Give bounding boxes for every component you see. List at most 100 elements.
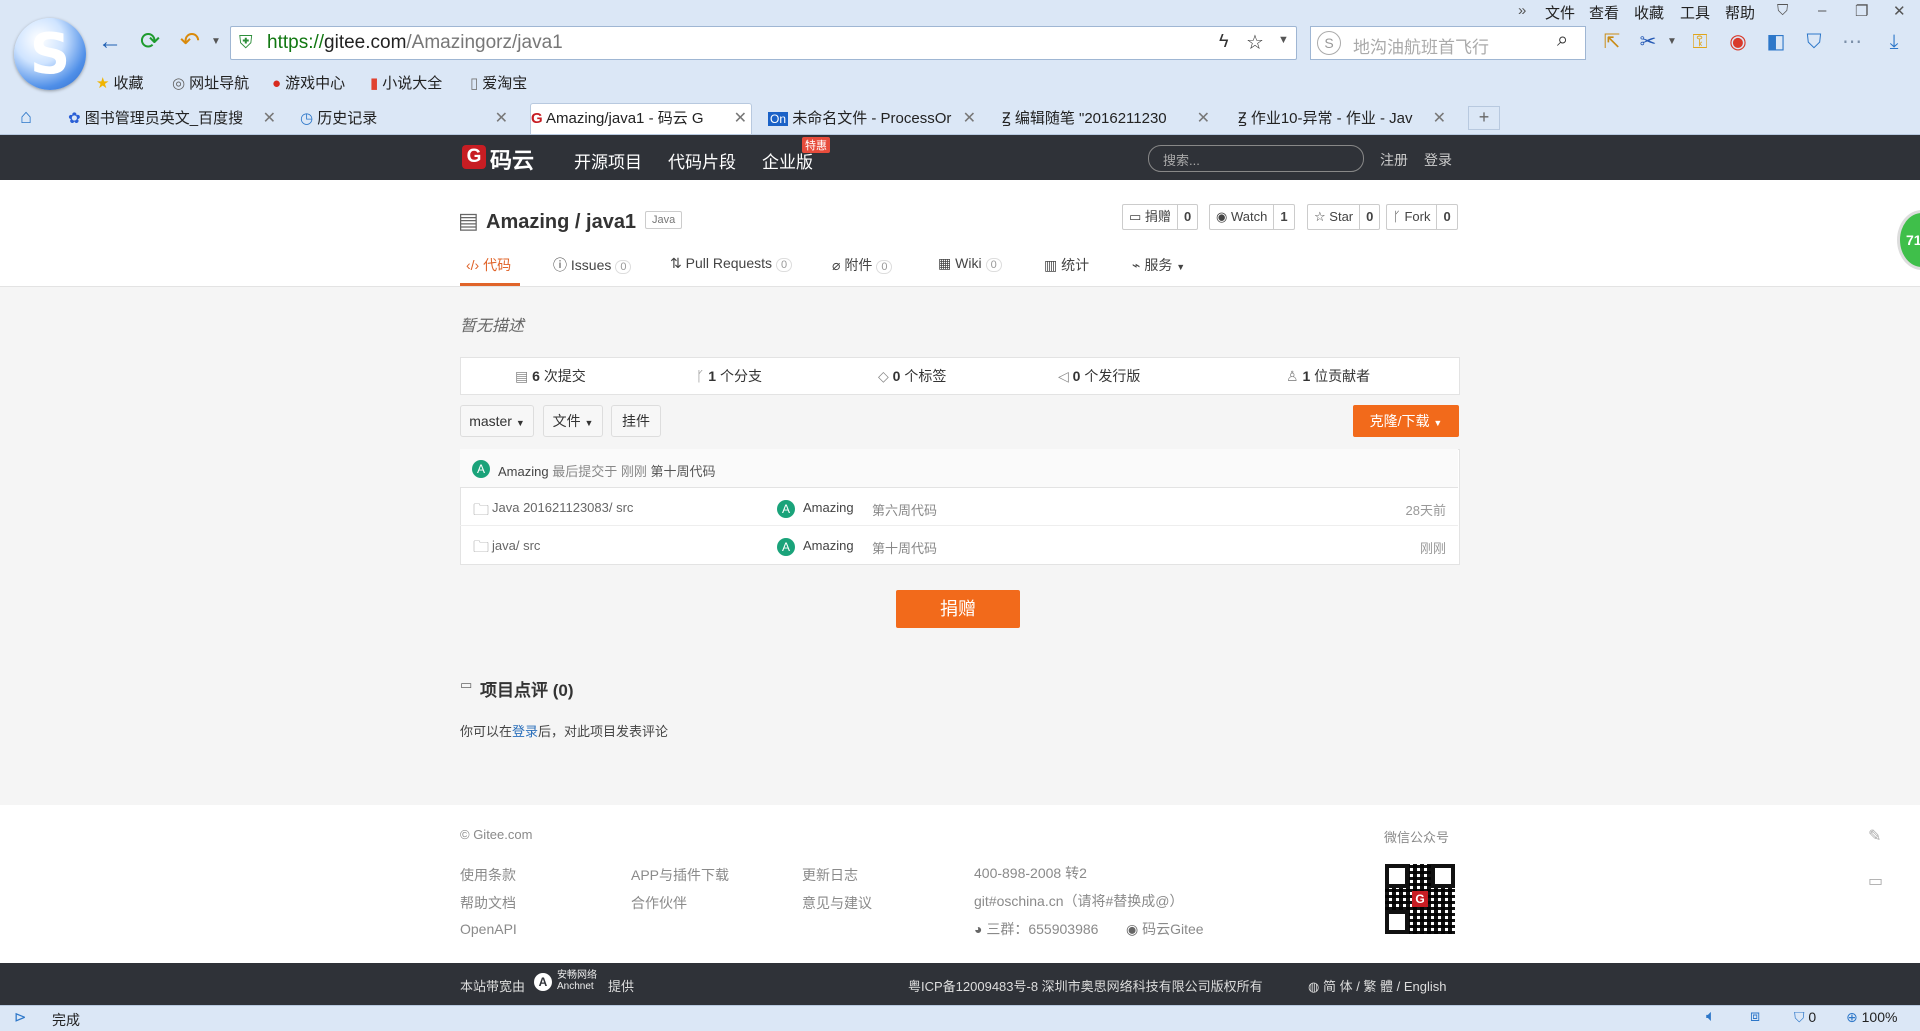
comment-login-link[interactable]: 登录 — [512, 724, 538, 739]
bookmark-taobao[interactable]: ▯ 爱淘宝 — [470, 72, 527, 93]
star-button[interactable]: ☆ Star 0 — [1307, 204, 1381, 230]
stat-tags[interactable]: ◇ 0 个标签 — [878, 366, 946, 386]
stat-releases[interactable]: ◁ 0 个发行版 — [1058, 366, 1140, 386]
lightning-icon[interactable]: ϟ — [1219, 31, 1229, 52]
footer-weibo[interactable]: ◉ 码云Gitee — [1126, 919, 1204, 939]
tab-pull-requests[interactable]: ⇅ Pull Requests 0 — [670, 255, 793, 272]
volume-icon[interactable]: 🔈︎ — [1706, 1008, 1716, 1026]
refresh-icon[interactable]: ⟳ — [136, 28, 164, 56]
adblock-counter[interactable]: ⛉ 0 — [1794, 1009, 1816, 1026]
skin-icon[interactable]: ⛉ — [1777, 2, 1788, 19]
register-link[interactable]: 注册 — [1380, 150, 1408, 170]
file-menu-button[interactable]: 文件 ▼ — [543, 405, 603, 437]
more-icon[interactable]: » — [1518, 2, 1526, 19]
widget-button[interactable]: 挂件 — [611, 405, 661, 437]
donate-big-button[interactable]: 捐赠 — [896, 590, 1020, 628]
file-name-link[interactable]: Java 201621123083/ src — [492, 500, 633, 515]
branch-select[interactable]: master ▼ — [460, 405, 534, 437]
stat-contributors[interactable]: ♙ 1 位贡献者 — [1286, 366, 1370, 386]
fork-button[interactable]: ᚴ Fork 0 — [1386, 204, 1458, 230]
avatar[interactable]: A — [777, 500, 795, 518]
tab-history[interactable]: ◷ 历史记录 ✕ — [300, 104, 512, 134]
avatar[interactable]: A — [472, 460, 490, 478]
edit-feedback-icon[interactable]: ✎ — [1868, 826, 1881, 846]
close-tab-icon[interactable]: ✕ — [734, 104, 747, 134]
stat-commits[interactable]: ▤ 6 次提交 — [515, 366, 586, 386]
menu-tools[interactable]: 工具 — [1680, 2, 1710, 23]
tab-gitee[interactable]: G Amazing/java1 - 码云 G ✕ — [530, 103, 752, 134]
gitee-logo-icon[interactable]: G — [462, 145, 486, 169]
tab-wiki[interactable]: ▦ Wiki 0 — [938, 255, 1002, 272]
menu-view[interactable]: 查看 — [1589, 2, 1619, 23]
tab-processon[interactable]: On 未命名文件 - ProcessOr ✕ — [768, 104, 980, 134]
tab-homework[interactable]: Ꙃ 作业10-异常 - 作业 - Jav ✕ — [1238, 104, 1450, 134]
language-switch[interactable]: ◍ 简 体 / 繁 體 / English — [1308, 976, 1447, 995]
watch-button[interactable]: ◉ Watch 1 — [1209, 204, 1295, 230]
menu-help[interactable]: 帮助 — [1725, 2, 1755, 23]
zoom-control[interactable]: ⊕ 100% — [1846, 1009, 1897, 1026]
footer-qq[interactable]: ◕ 三群：655903986 — [974, 919, 1098, 939]
tab-blog-edit[interactable]: Ꙃ 编辑随笔 "2016211230 ✕ — [1002, 104, 1214, 134]
back-icon[interactable]: ← — [96, 28, 124, 56]
bookmark-nav[interactable]: ◎ 网址导航 — [172, 72, 249, 93]
tab-stats[interactable]: ▥ 统计 — [1044, 255, 1089, 275]
new-tab-button[interactable]: + — [1468, 106, 1500, 130]
footer-app[interactable]: APP与插件下载 — [631, 865, 729, 885]
file-name-link[interactable]: java/ src — [492, 538, 540, 553]
close-tab-icon[interactable]: ✕ — [963, 104, 976, 134]
close-tab-icon[interactable]: ✕ — [1197, 104, 1210, 134]
key-icon[interactable]: ⚿ — [1688, 30, 1712, 54]
close-tab-icon[interactable]: ✕ — [495, 104, 508, 134]
network-icon[interactable]: ⧈ — [1750, 1008, 1760, 1026]
search-engine-box[interactable]: S 地沟油航班首飞行 ⌕ — [1310, 26, 1586, 60]
scissors-dropdown-icon[interactable]: ▼ — [1660, 30, 1684, 54]
translate-icon[interactable]: ◧ — [1764, 30, 1788, 54]
tab-services[interactable]: ⌁ 服务 ▼ — [1132, 255, 1185, 275]
footer-openapi[interactable]: OpenAPI — [460, 921, 517, 937]
menu-file[interactable]: 文件 — [1545, 2, 1575, 23]
restore-icon[interactable]: ❐ — [1855, 2, 1868, 20]
donate-button[interactable]: ▭ 捐赠 0 — [1122, 204, 1199, 230]
more-tools-icon[interactable]: ⋯ — [1840, 30, 1864, 54]
tab-code[interactable]: ‹/› 代码 — [466, 255, 511, 275]
footer-partners[interactable]: 合作伙伴 — [631, 893, 687, 913]
footer-changelog[interactable]: 更新日志 — [802, 865, 858, 885]
star-bookmark-icon[interactable]: ☆ — [1246, 30, 1264, 55]
menu-favorites[interactable]: 收藏 — [1634, 2, 1664, 23]
file-commit-message[interactable]: 第十周代码 — [872, 538, 937, 557]
repo-title[interactable]: Amazing / java1 — [486, 211, 636, 234]
bookmark-games[interactable]: ● 游戏中心 — [272, 72, 345, 93]
footer-feedback[interactable]: 意见与建议 — [802, 893, 872, 913]
stat-branches[interactable]: ᚴ 1 个分支 — [696, 366, 762, 386]
nav-open-source[interactable]: 开源项目 — [574, 148, 642, 173]
gitee-search-input[interactable]: 搜索... — [1148, 145, 1364, 172]
footer-terms[interactable]: 使用条款 — [460, 865, 516, 885]
tab-issues[interactable]: ⓘ Issues 0 — [553, 255, 632, 275]
bookmark-favorites[interactable]: ★ 收藏 — [96, 72, 143, 93]
nav-snippets[interactable]: 代码片段 — [668, 148, 736, 173]
minimize-icon[interactable]: – — [1818, 2, 1826, 19]
search-icon[interactable]: ⌕ — [1557, 29, 1568, 52]
footer-help[interactable]: 帮助文档 — [460, 893, 516, 913]
weibo-icon[interactable]: ◉ — [1726, 30, 1750, 54]
undo-icon[interactable]: ↶ — [176, 28, 204, 56]
tab-attachments[interactable]: ⌀ 附件 0 — [832, 255, 893, 275]
sogou-logo[interactable]: S — [14, 18, 86, 90]
avatar[interactable]: A — [777, 538, 795, 556]
file-author[interactable]: Amazing — [803, 500, 854, 515]
download-icon[interactable]: ⤓ — [1882, 30, 1906, 54]
tab-baidu[interactable]: ✿ 图书管理员英文_百度搜 ✕ — [68, 104, 280, 134]
address-bar[interactable]: ⛨ https://gitee.com/Amazingorz/java1 ϟ ☆… — [230, 26, 1297, 60]
share-icon[interactable]: ⇱ — [1600, 30, 1624, 54]
close-tab-icon[interactable]: ✕ — [263, 104, 276, 134]
chat-icon[interactable]: ▭ — [1868, 871, 1883, 891]
screenshot-scissors-icon[interactable]: ✂ — [1636, 30, 1660, 54]
close-window-icon[interactable]: ✕ — [1893, 2, 1906, 20]
close-tab-icon[interactable]: ✕ — [1433, 104, 1446, 134]
bookmark-novels[interactable]: ▮ 小说大全 — [370, 72, 442, 93]
gitee-logo-text[interactable]: 码云 — [490, 143, 534, 175]
home-icon[interactable]: ⌂ — [20, 106, 32, 129]
repo-lang-badge[interactable]: Java — [645, 211, 683, 229]
file-commit-message[interactable]: 第六周代码 — [872, 500, 937, 519]
undo-dropdown-icon[interactable]: ▼ — [202, 28, 230, 56]
